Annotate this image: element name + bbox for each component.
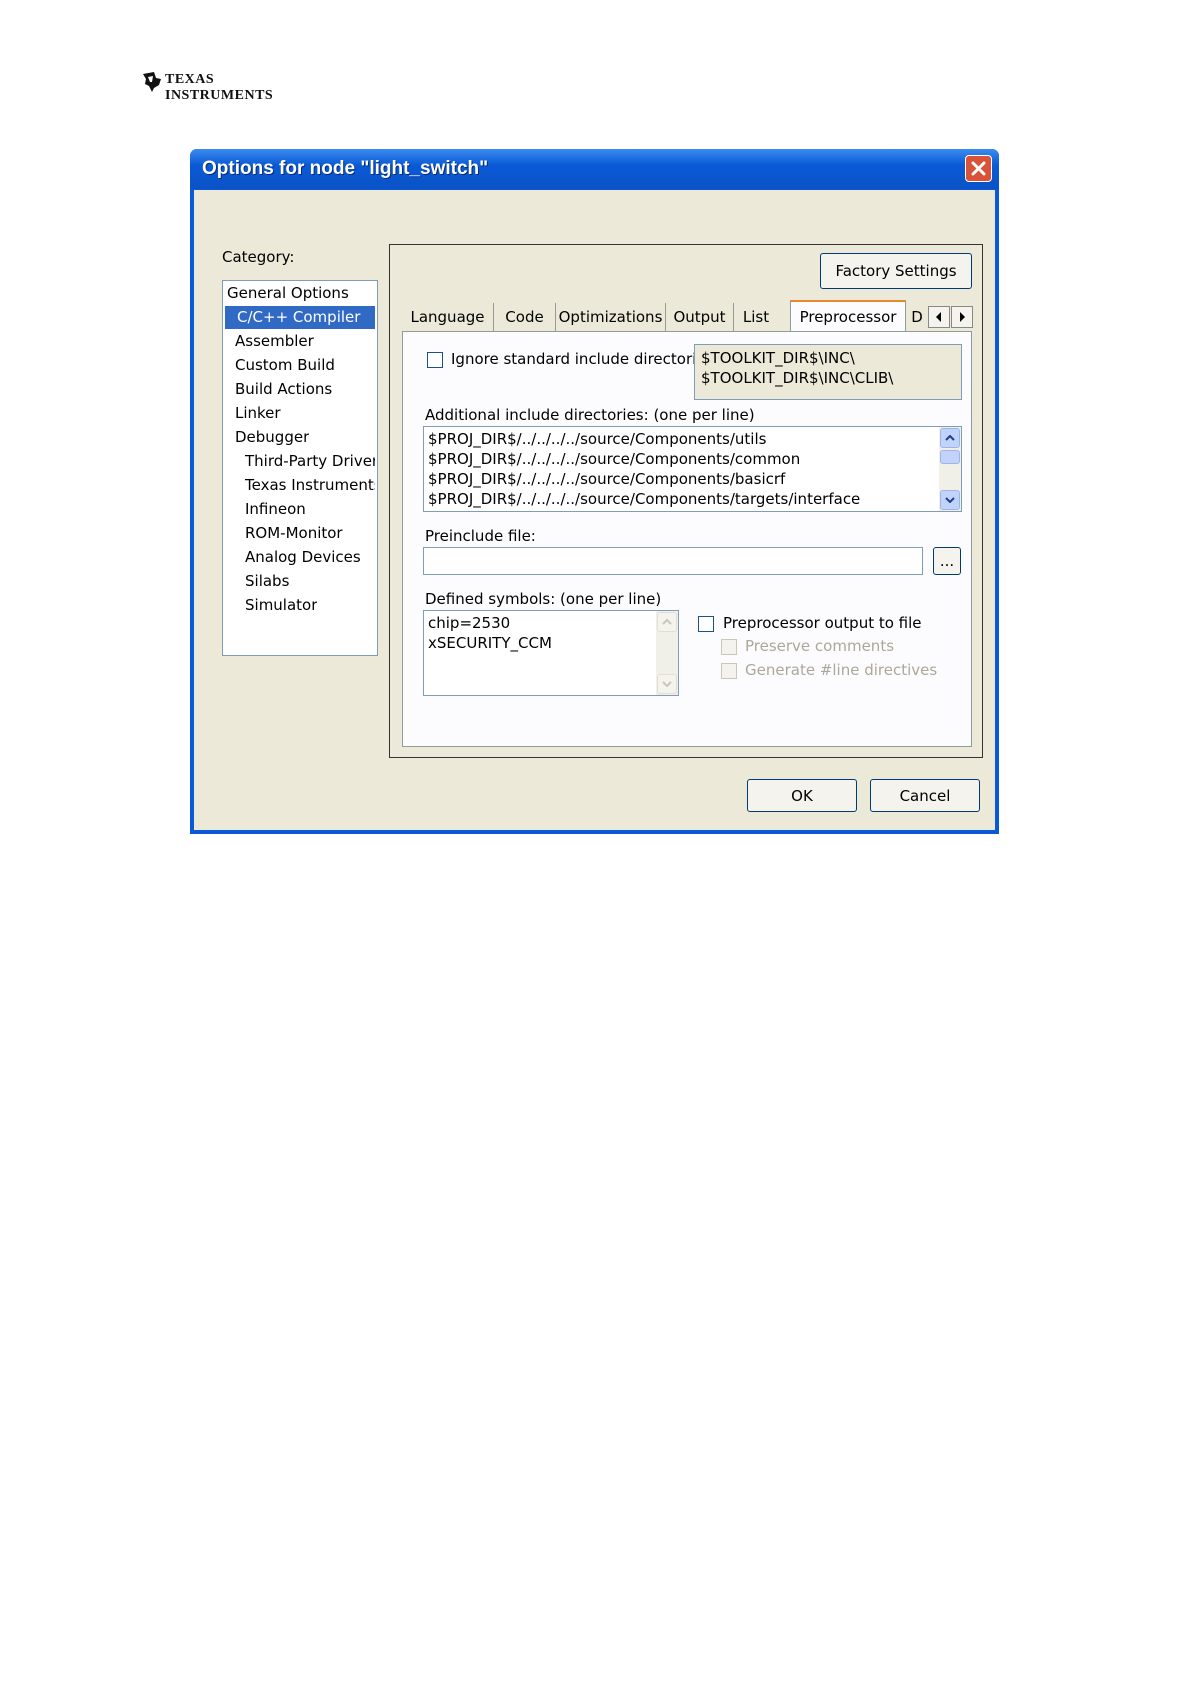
ok-button[interactable]: OK — [747, 779, 857, 812]
include-dir-line: $PROJ_DIR$/../../../../source/Components… — [428, 490, 861, 508]
category-item-custom-build[interactable]: Custom Build — [235, 354, 335, 377]
defined-symbols-textarea[interactable]: chip=2530 xSECURITY_CCM — [423, 610, 679, 696]
category-item-infineon[interactable]: Infineon — [245, 498, 306, 521]
window-title: Options for node "light_switch" — [202, 158, 489, 179]
title-bar[interactable]: Options for node "light_switch" — [190, 149, 999, 189]
category-item-build-actions[interactable]: Build Actions — [235, 378, 332, 401]
ti-logo-icon — [143, 72, 161, 92]
category-label: Category: — [222, 248, 295, 266]
tab-output[interactable]: Output — [666, 303, 734, 331]
ti-logo: TEXAS INSTRUMENTS — [140, 70, 273, 110]
category-list[interactable]: General Options C/C++ Compiler Assembler… — [222, 280, 378, 656]
include-dir-line: $PROJ_DIR$/../../../../source/Components… — [428, 470, 786, 488]
chevron-down-icon — [945, 497, 955, 503]
category-item-third-party-driver[interactable]: Third-Party Driver — [245, 450, 375, 473]
category-item-rom-monitor[interactable]: ROM-Monitor — [245, 522, 343, 545]
scroll-up-button[interactable] — [940, 428, 960, 448]
scroll-down-button[interactable] — [940, 490, 960, 510]
close-icon — [971, 161, 986, 176]
include-dir-line: $PROJ_DIR$/../../../../source/Components… — [428, 430, 767, 448]
tab-language[interactable]: Language — [402, 303, 494, 331]
preprocessor-output-label: Preprocessor output to file — [723, 614, 922, 632]
ignore-std-dirs-checkbox[interactable] — [427, 352, 443, 368]
symbol-line: xSECURITY_CCM — [428, 634, 552, 652]
chevron-up-icon — [662, 619, 672, 625]
category-item-cpp-compiler[interactable]: C/C++ Compiler — [225, 306, 375, 329]
additional-include-label: Additional include directories: (one per… — [425, 406, 755, 424]
category-item-silabs[interactable]: Silabs — [245, 570, 289, 593]
defined-symbols-label: Defined symbols: (one per line) — [425, 590, 662, 608]
scroll-down-button[interactable] — [657, 674, 677, 694]
chevron-up-icon — [945, 435, 955, 441]
symbols-scrollbar[interactable] — [656, 611, 678, 695]
preinclude-input[interactable] — [423, 547, 923, 575]
category-item-debugger[interactable]: Debugger — [235, 426, 309, 449]
generate-line-checkbox[interactable] — [721, 663, 737, 679]
std-dir-line: $TOOLKIT_DIR$\INC\ — [701, 349, 855, 367]
additional-include-dirs-textarea[interactable]: $PROJ_DIR$/../../../../source/Components… — [423, 426, 962, 512]
tab-code[interactable]: Code — [494, 303, 556, 331]
browse-button[interactable]: ... — [933, 547, 961, 575]
category-item-texas-instruments[interactable]: Texas Instruments — [245, 474, 375, 497]
std-dir-line: $TOOLKIT_DIR$\INC\CLIB\ — [701, 369, 894, 387]
preinclude-label: Preinclude file: — [425, 527, 536, 545]
include-dirs-scrollbar[interactable] — [939, 427, 961, 511]
category-item-linker[interactable]: Linker — [235, 402, 281, 425]
tab-strip: Language Code Optimizations Output List … — [402, 300, 982, 332]
dialog-client: Category: General Options C/C++ Compiler… — [194, 190, 995, 830]
category-item-general-options[interactable]: General Options — [225, 282, 377, 305]
chevron-down-icon — [662, 681, 672, 687]
tab-scroll-left-button[interactable] — [928, 306, 950, 328]
factory-settings-button[interactable]: Factory Settings — [820, 253, 972, 289]
arrow-left-icon — [936, 312, 941, 322]
tab-scroll-right-button[interactable] — [951, 306, 973, 328]
close-button[interactable] — [965, 155, 992, 182]
preserve-comments-label: Preserve comments — [745, 637, 895, 655]
ignore-std-dirs-label: Ignore standard include directories — [451, 350, 714, 368]
logo-line2: INSTRUMENTS — [165, 88, 274, 103]
preprocessor-output-checkbox[interactable] — [698, 616, 714, 632]
tab-list[interactable]: List — [734, 303, 778, 331]
options-group: Factory Settings Language Code Optimizat… — [389, 244, 983, 758]
generate-line-label: Generate #line directives — [745, 661, 938, 679]
category-item-simulator[interactable]: Simulator — [245, 594, 317, 617]
scroll-up-button[interactable] — [657, 612, 677, 632]
tab-preprocessor[interactable]: Preprocessor — [790, 300, 906, 332]
arrow-right-icon — [960, 312, 965, 322]
symbol-line: chip=2530 — [428, 614, 511, 632]
scroll-thumb[interactable] — [940, 450, 960, 464]
logo-line1: TEXAS — [165, 72, 215, 87]
include-dir-line: $PROJ_DIR$/../../../../source/Components… — [428, 450, 801, 468]
category-item-assembler[interactable]: Assembler — [235, 330, 314, 353]
tab-optimizations[interactable]: Optimizations — [556, 303, 666, 331]
preserve-comments-checkbox[interactable] — [721, 639, 737, 655]
category-item-analog-devices[interactable]: Analog Devices — [245, 546, 361, 569]
cancel-button[interactable]: Cancel — [870, 779, 980, 812]
std-include-dirs-box: $TOOLKIT_DIR$\INC\ $TOOLKIT_DIR$\INC\CLI… — [694, 344, 962, 400]
options-dialog: Options for node "light_switch" Category… — [190, 149, 999, 834]
preprocessor-panel: Ignore standard include directories $TOO… — [402, 331, 972, 747]
tab-d-partial[interactable]: D — [906, 303, 928, 331]
